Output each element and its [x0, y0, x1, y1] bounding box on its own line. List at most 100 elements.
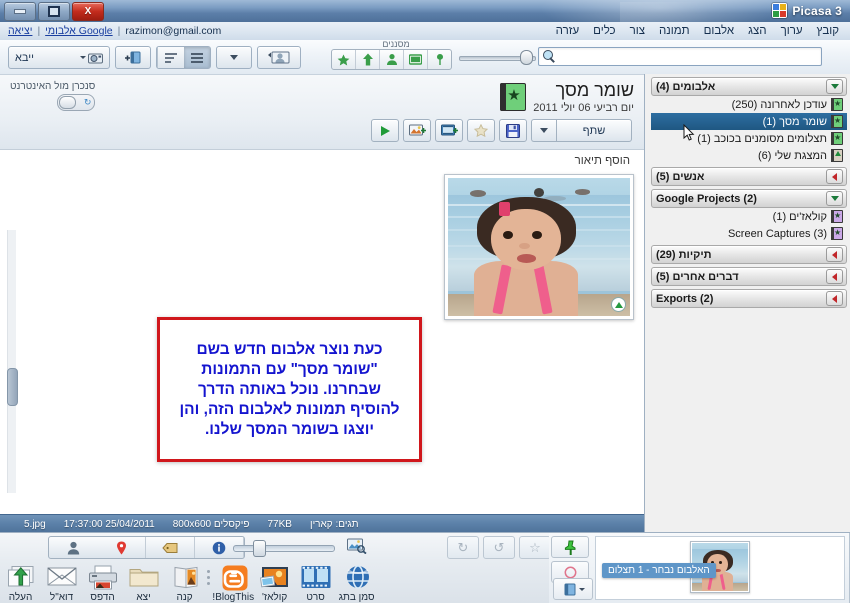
sidebar-item-screen-captures[interactable]: ★ Screen Captures (3): [651, 225, 847, 242]
people-expand-button[interactable]: [826, 169, 843, 184]
zoom-knob[interactable]: [253, 540, 266, 557]
geotag-action[interactable]: סמן בתג: [336, 559, 377, 603]
callout-text: כעת נוצר אלבום חדש בשם "שומר מסך" עם התמ…: [179, 340, 400, 438]
envelope-icon: [47, 565, 77, 591]
folder-icon: [129, 565, 159, 591]
filter-geotag-icon[interactable]: [427, 50, 451, 69]
add-movie-button[interactable]: [435, 119, 463, 142]
share-button[interactable]: שתף: [556, 119, 632, 142]
albums-collapse-button[interactable]: [826, 79, 843, 94]
sidebar-group-people[interactable]: אנשים (5): [651, 167, 847, 186]
slider-knob[interactable]: [520, 50, 533, 65]
chevron-left-icon: [832, 172, 837, 181]
picasa-window: X Picasa 3 קובץ ערוך הצג אלבום תמונה צור…: [0, 0, 850, 603]
signout-link[interactable]: יציאה: [8, 25, 32, 37]
search-icon[interactable]: [543, 50, 556, 63]
hold-pin-icon[interactable]: [551, 536, 589, 558]
star-icon: [474, 124, 488, 137]
rotate-left-button[interactable]: ↺: [483, 536, 515, 559]
albums-sidebar[interactable]: אלבומים (4) ★ עודכן לאחרונה (250) ★ שומר…: [644, 74, 850, 533]
places-pin-icon[interactable]: [97, 537, 146, 558]
thumbnail-size-slider[interactable]: [233, 540, 335, 557]
import-button[interactable]: ייבא: [8, 46, 110, 69]
view-sort-button[interactable]: [157, 47, 184, 68]
upload-action[interactable]: העלה: [0, 559, 41, 603]
sidebar-group-albums[interactable]: אלבומים (4): [651, 77, 847, 96]
menu-tools[interactable]: כלים: [586, 23, 622, 40]
sidebar-item-recently-updated[interactable]: ★ עודכן לאחרונה (250): [651, 96, 847, 113]
album-header: שומר מסך יום רביעי 06 יולי 2011 ★ שתף סנ…: [0, 75, 644, 150]
star-toggle-button[interactable]: ☆: [519, 536, 551, 559]
person-icon[interactable]: [49, 537, 97, 558]
album-cover-icon: ★: [500, 83, 527, 111]
add-to-album-button[interactable]: [553, 578, 593, 600]
sidebar-item-my-slideshow[interactable]: המצגת שלי (6): [651, 147, 847, 164]
menu-album[interactable]: אלבום: [697, 23, 742, 40]
sidebar-item-label: קולאז'ים (1): [772, 210, 827, 223]
menu-view[interactable]: הצג: [741, 23, 773, 40]
save-button[interactable]: [499, 119, 527, 142]
sidebar-group-exports[interactable]: Exports (2): [651, 289, 847, 308]
search-results-slider[interactable]: [459, 50, 536, 65]
add-caption-label[interactable]: הוסף תיאור: [575, 155, 630, 167]
google-albums-link[interactable]: אלבומי Google: [45, 25, 112, 37]
scrollbar-thumb[interactable]: [7, 368, 18, 406]
menu-file[interactable]: קובץ: [810, 23, 846, 40]
people-view-button[interactable]: [257, 46, 301, 69]
action-label: קולאז': [262, 592, 288, 603]
status-tags: תגים: קארין: [309, 518, 359, 530]
view-list-button[interactable]: [184, 47, 210, 68]
view-options-button[interactable]: [216, 46, 252, 69]
photo-grid-area[interactable]: הוסף תיאור כעת נוצר אלבום חדש בשם "שומר …: [0, 150, 644, 515]
filter-starred-icon[interactable]: [332, 50, 355, 69]
other-stuff-expand-button[interactable]: [826, 269, 843, 284]
star-button[interactable]: [467, 119, 495, 142]
filter-uploaded-icon[interactable]: [355, 50, 379, 69]
folders-expand-button[interactable]: [826, 247, 843, 262]
photo-thumbnail[interactable]: [444, 174, 634, 320]
sidebar-group-google-projects[interactable]: Google Projects (2): [651, 189, 847, 208]
tray-content[interactable]: האלבום נבחר - 1 תצלום: [595, 536, 845, 600]
chevron-down-icon: [830, 196, 839, 201]
add-photo-button[interactable]: [403, 119, 431, 142]
sidebar-item-screensaver[interactable]: ★ שומר מסך (1): [651, 113, 847, 130]
tag-icon[interactable]: [146, 537, 195, 558]
export-action[interactable]: יצא: [123, 559, 164, 603]
sidebar-group-other-stuff[interactable]: דברים אחרים (5): [651, 267, 847, 286]
minimize-button[interactable]: [4, 2, 36, 21]
blogthis-action[interactable]: BlogThis!: [212, 559, 254, 603]
scrollbar-track[interactable]: [7, 230, 16, 493]
email-action[interactable]: דוא"ל: [41, 559, 82, 603]
folders-group-label: תיקיות (29): [656, 248, 712, 261]
menu-edit[interactable]: ערוך: [774, 23, 810, 40]
sidebar-group-folders[interactable]: תיקיות (29): [651, 245, 847, 264]
import-chevron-icon: [80, 56, 86, 59]
fit-to-window-button[interactable]: [345, 536, 369, 556]
print-action[interactable]: הדפס: [82, 559, 123, 603]
collage-action[interactable]: קולאז': [254, 559, 295, 603]
share-dropdown-button[interactable]: [531, 119, 556, 142]
maximize-button[interactable]: [38, 2, 70, 21]
search-input[interactable]: [538, 47, 822, 66]
globe-icon: [342, 565, 372, 591]
status-filesize: 77KB: [267, 518, 292, 530]
refresh-icon: ↻: [83, 97, 92, 107]
play-slideshow-button[interactable]: [371, 119, 399, 142]
close-button[interactable]: X: [72, 2, 104, 21]
add-album-button[interactable]: [115, 46, 151, 69]
sidebar-item-starred-photos[interactable]: ★ תצלומים מסומנים בכוכב (1): [651, 130, 847, 147]
sidebar-item-collages[interactable]: ★ קולאז'ים (1): [651, 208, 847, 225]
rotate-right-button[interactable]: ↻: [447, 536, 479, 559]
sync-toggle[interactable]: ↻: [57, 94, 96, 111]
menu-create[interactable]: צור: [623, 23, 652, 40]
filter-faces-icon[interactable]: [379, 50, 403, 69]
filter-video-icon[interactable]: [403, 50, 427, 69]
menu-help[interactable]: עזרה: [549, 23, 587, 40]
google-projects-collapse-button[interactable]: [826, 191, 843, 206]
order-prints-action[interactable]: קנה: [164, 559, 205, 603]
menu-picture[interactable]: תמונה: [652, 23, 697, 40]
movie-action[interactable]: סרט: [295, 559, 336, 603]
exports-expand-button[interactable]: [826, 291, 843, 306]
content-scrollbar[interactable]: [7, 230, 18, 493]
chevron-down-icon: [830, 84, 839, 89]
